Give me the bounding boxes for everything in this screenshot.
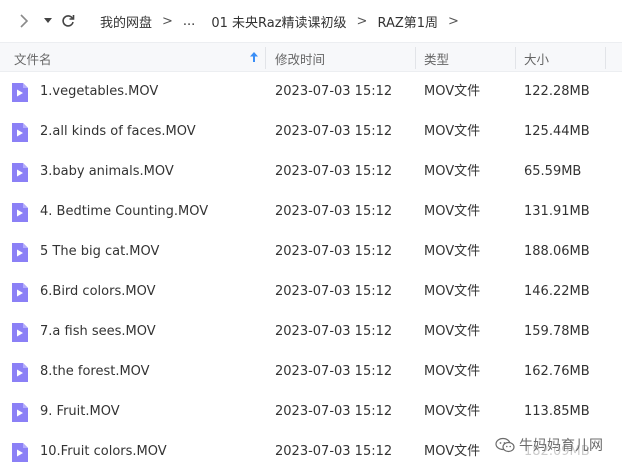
file-size: 162.76MB	[524, 364, 590, 379]
breadcrumb-item-home[interactable]: 我的网盘	[100, 12, 152, 31]
wechat-icon	[495, 437, 515, 453]
breadcrumb-item-week[interactable]: RAZ第1周	[377, 12, 438, 31]
file-row[interactable]: 2.all kinds of faces.MOV 2023-07-03 15:12…	[0, 112, 622, 152]
file-list-header: 文件名 修改时间 类型 大小	[0, 42, 622, 72]
file-type: MOV文件	[424, 204, 481, 219]
video-file-icon	[12, 283, 28, 302]
file-type: MOV文件	[424, 404, 481, 419]
video-file-icon	[12, 123, 28, 142]
column-header-size[interactable]: 大小	[524, 43, 549, 73]
file-name[interactable]: 3.baby animals.MOV	[40, 152, 174, 192]
video-file-icon	[12, 243, 28, 262]
column-header-modified[interactable]: 修改时间	[275, 43, 325, 73]
file-name[interactable]: 9. Fruit.MOV	[40, 392, 120, 432]
file-name[interactable]: 4. Bedtime Counting.MOV	[40, 192, 208, 232]
video-file-icon	[12, 83, 28, 102]
video-file-icon	[12, 363, 28, 382]
file-type: MOV文件	[424, 244, 481, 259]
breadcrumb-separator: >	[162, 13, 173, 29]
file-modified: 2023-07-03 15:12	[275, 164, 393, 179]
file-row[interactable]: 8.the forest.MOV 2023-07-03 15:12 MOV文件 162…	[0, 352, 622, 392]
file-type: MOV文件	[424, 364, 481, 379]
file-type: MOV文件	[424, 444, 481, 459]
column-header-type[interactable]: 类型	[424, 43, 449, 73]
file-modified: 2023-07-03 15:12	[275, 364, 393, 379]
watermark: 牛妈妈育儿网	[492, 434, 606, 456]
file-name[interactable]: 5 The big cat.MOV	[40, 232, 159, 272]
video-file-icon	[12, 203, 28, 222]
video-file-icon	[12, 323, 28, 342]
breadcrumb-item-ellipsis[interactable]: ...	[183, 14, 195, 29]
breadcrumb: 我的网盘 > ... 01 未央Raz精读课初级 > RAZ第1周 >	[100, 0, 469, 42]
file-size: 131.91MB	[524, 204, 590, 219]
file-row[interactable]: 5 The big cat.MOV 2023-07-03 15:12 MOV文件 18…	[0, 232, 622, 272]
column-divider[interactable]	[265, 47, 266, 69]
file-modified: 2023-07-03 15:12	[275, 284, 393, 299]
file-name[interactable]: 10.Fruit colors.MOV	[40, 432, 167, 470]
file-modified: 2023-07-03 15:12	[275, 84, 393, 99]
file-size: 122.28MB	[524, 84, 590, 99]
video-file-icon	[12, 403, 28, 422]
history-dropdown-button[interactable]	[38, 11, 58, 31]
file-size: 146.22MB	[524, 284, 590, 299]
file-row[interactable]: 6.Bird colors.MOV 2023-07-03 15:12 MOV文件 14…	[0, 272, 622, 312]
file-list: 1.vegetables.MOV 2023-07-03 15:12 MOV文件 122…	[0, 72, 622, 470]
column-header-name[interactable]: 文件名	[14, 43, 52, 73]
file-modified: 2023-07-03 15:12	[275, 324, 393, 339]
file-row[interactable]: 1.vegetables.MOV 2023-07-03 15:12 MOV文件 122…	[0, 72, 622, 112]
column-divider[interactable]	[605, 47, 606, 69]
watermark-text: 牛妈妈育儿网	[519, 438, 603, 454]
column-divider[interactable]	[515, 47, 516, 69]
breadcrumb-separator: >	[356, 13, 368, 29]
video-file-icon	[12, 443, 28, 462]
breadcrumb-item-course[interactable]: 01 未央Raz精读课初级	[211, 12, 346, 31]
caret-down-icon	[44, 18, 52, 23]
file-row[interactable]: 4. Bedtime Counting.MOV 2023-07-03 15:12 M…	[0, 192, 622, 232]
file-name[interactable]: 6.Bird colors.MOV	[40, 272, 155, 312]
file-row[interactable]: 7.a fish sees.MOV 2023-07-03 15:12 MOV文件 15…	[0, 312, 622, 352]
file-size: 113.85MB	[524, 404, 590, 419]
file-size: 65.59MB	[524, 164, 582, 179]
breadcrumb-separator: >	[448, 13, 459, 29]
sort-ascending-icon[interactable]	[249, 51, 259, 63]
back-button[interactable]	[14, 11, 34, 31]
column-divider[interactable]	[415, 47, 416, 69]
file-name[interactable]: 1.vegetables.MOV	[40, 72, 158, 112]
refresh-button[interactable]	[58, 11, 78, 31]
file-type: MOV文件	[424, 164, 481, 179]
file-modified: 2023-07-03 15:12	[275, 244, 393, 259]
file-modified: 2023-07-03 15:12	[275, 404, 393, 419]
file-type: MOV文件	[424, 324, 481, 339]
file-name[interactable]: 7.a fish sees.MOV	[40, 312, 156, 352]
file-name[interactable]: 8.the forest.MOV	[40, 352, 150, 392]
file-modified: 2023-07-03 15:12	[275, 444, 393, 459]
file-size: 125.44MB	[524, 124, 590, 139]
chevron-right-icon	[20, 14, 29, 28]
file-row[interactable]: 9. Fruit.MOV 2023-07-03 15:12 MOV文件 113.85M…	[0, 392, 622, 432]
file-size: 159.78MB	[524, 324, 590, 339]
video-file-icon	[12, 163, 28, 182]
refresh-icon	[62, 15, 75, 27]
navigation-bar: 我的网盘 > ... 01 未央Raz精读课初级 > RAZ第1周 >	[0, 0, 622, 42]
file-size: 188.06MB	[524, 244, 590, 259]
file-name[interactable]: 2.all kinds of faces.MOV	[40, 112, 196, 152]
scrollbar[interactable]	[618, 42, 622, 470]
file-modified: 2023-07-03 15:12	[275, 204, 393, 219]
file-type: MOV文件	[424, 124, 481, 139]
file-modified: 2023-07-03 15:12	[275, 124, 393, 139]
file-type: MOV文件	[424, 284, 481, 299]
file-type: MOV文件	[424, 84, 481, 99]
file-row[interactable]: 3.baby animals.MOV 2023-07-03 15:12 MOV文件 6…	[0, 152, 622, 192]
